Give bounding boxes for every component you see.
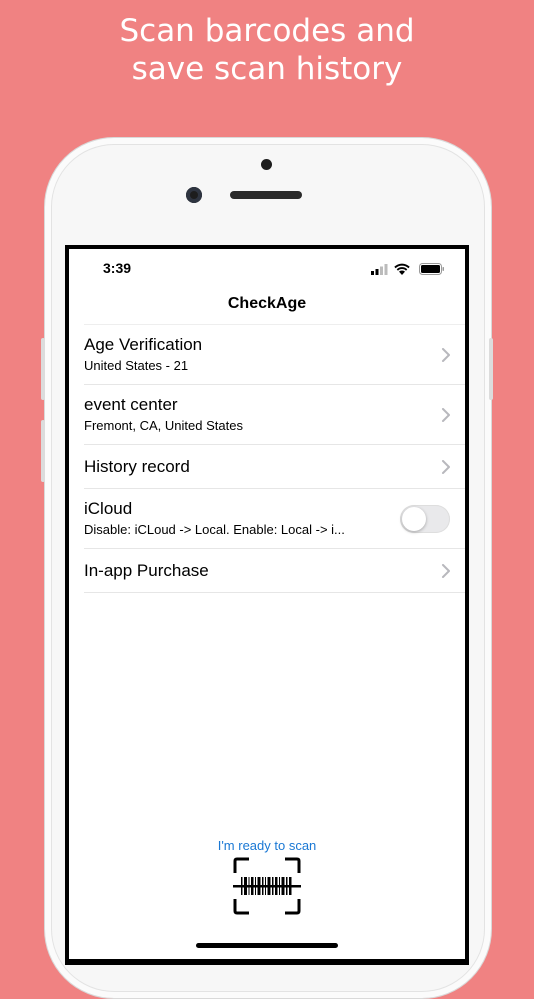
promo-line-1: Scan barcodes and xyxy=(119,13,415,49)
event-center-row[interactable]: event center Fremont, CA, United States xyxy=(84,385,465,445)
phone-side-button xyxy=(41,420,45,482)
ready-to-scan-link[interactable]: I'm ready to scan xyxy=(69,838,465,853)
icloud-row: iCloud Disable: iCLoud -> Local. Enable:… xyxy=(84,489,465,549)
chevron-right-icon xyxy=(442,408,450,422)
chevron-right-icon xyxy=(442,564,450,578)
proximity-sensor xyxy=(261,159,272,170)
front-camera xyxy=(186,187,202,203)
promo-headline: Scan barcodes and save scan history xyxy=(0,12,534,88)
status-time: 3:39 xyxy=(103,260,132,276)
signal-icon xyxy=(371,264,388,275)
row-title: Age Verification xyxy=(84,335,203,354)
chevron-right-icon xyxy=(442,348,450,362)
nav-title: CheckAge xyxy=(227,295,307,312)
chevron-right-icon xyxy=(442,460,450,474)
barcode-scan-icon[interactable] xyxy=(233,857,301,915)
promo-line-2: save scan history xyxy=(131,51,403,87)
phone-side-button xyxy=(41,338,45,400)
row-title: History record xyxy=(84,457,190,476)
row-title: event center xyxy=(84,395,178,414)
age-verification-row[interactable]: Age Verification United States - 21 xyxy=(84,325,465,385)
wifi-icon xyxy=(394,263,410,275)
row-subtitle: United States - 21 xyxy=(84,358,189,373)
battery-icon xyxy=(419,263,444,275)
home-indicator xyxy=(196,943,338,948)
app-screen: 3:39 CheckAge Age Verification United St… xyxy=(69,249,465,959)
earpiece-speaker xyxy=(230,191,302,199)
row-title: iCloud xyxy=(84,499,133,518)
icloud-toggle[interactable] xyxy=(400,505,450,533)
row-subtitle: Fremont, CA, United States xyxy=(84,418,243,433)
row-title: In-app Purchase xyxy=(84,561,209,580)
status-icons xyxy=(371,262,447,275)
in-app-purchase-row[interactable]: In-app Purchase xyxy=(84,549,465,593)
row-subtitle: Disable: iCLoud -> Local. Enable: Local … xyxy=(84,522,345,537)
history-record-row[interactable]: History record xyxy=(84,445,465,489)
phone-power-button xyxy=(489,338,493,400)
toggle-knob xyxy=(402,507,426,531)
